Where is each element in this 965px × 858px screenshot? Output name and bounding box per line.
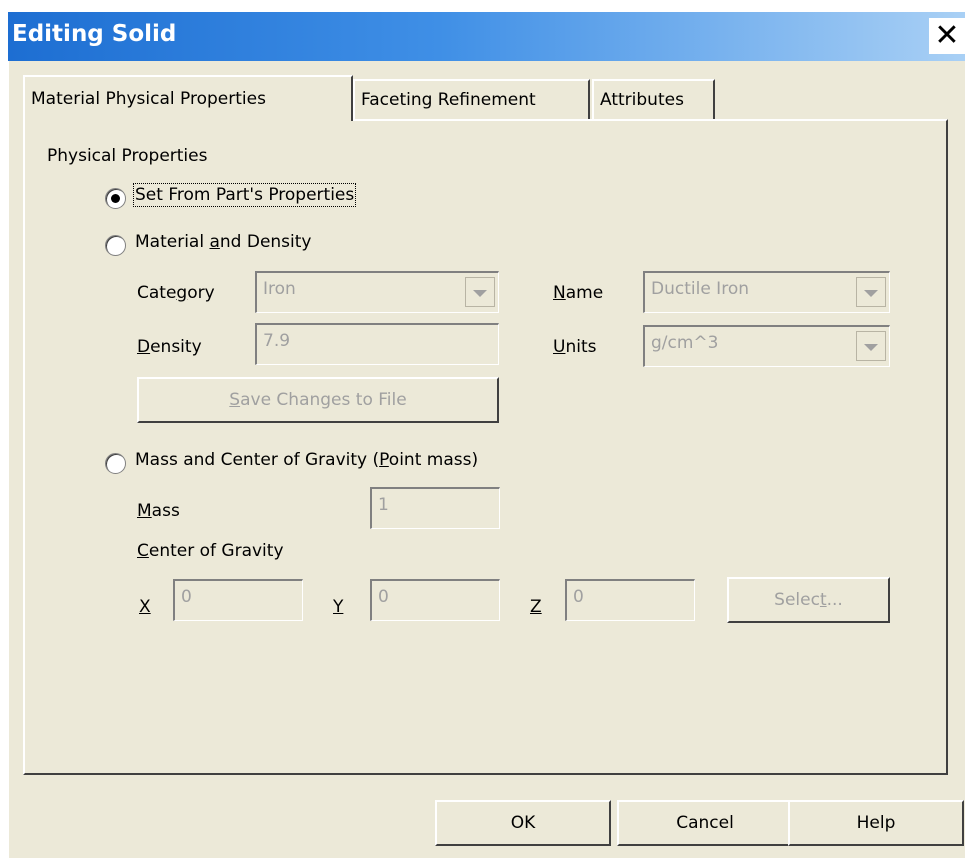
- tab-label: Attributes: [600, 90, 684, 110]
- mnemonic: M: [137, 501, 152, 521]
- dialog-client-area: Material Physical Properties Faceting Re…: [8, 61, 965, 858]
- tab-material-physical-properties[interactable]: Material Physical Properties: [23, 75, 353, 121]
- mnemonic: D: [137, 337, 151, 357]
- editing-solid-dialog: Editing Solid ✕ Material Physical Proper…: [0, 0, 965, 858]
- label-part: ensity: [150, 337, 202, 357]
- mnemonic: N: [553, 283, 566, 303]
- name-label: Name: [553, 283, 603, 303]
- title-bar[interactable]: Editing Solid ✕: [8, 12, 965, 61]
- close-icon: ✕: [934, 18, 960, 53]
- label-part: Selec: [774, 590, 820, 610]
- x-label: X: [139, 597, 151, 617]
- name-value: Ductile Iron: [651, 279, 749, 299]
- label-part: ory: [187, 283, 215, 303]
- ok-button[interactable]: OK: [435, 800, 611, 846]
- chevron-down-icon[interactable]: [465, 277, 495, 307]
- close-button[interactable]: ✕: [929, 18, 965, 54]
- label-part: Cate: [137, 283, 177, 303]
- mass-label: Mass: [137, 501, 180, 521]
- label-part: ame: [565, 283, 604, 303]
- radio-material-density[interactable]: [105, 235, 126, 256]
- center-of-gravity-label: Center of Gravity: [137, 541, 284, 561]
- radio-label-mass-cog[interactable]: Mass and Center of Gravity (Point mass): [135, 450, 478, 470]
- tab-attributes[interactable]: Attributes: [592, 79, 715, 119]
- mnemonic: U: [553, 337, 566, 357]
- group-title: Physical Properties: [47, 146, 208, 166]
- density-field[interactable]: 7.9: [255, 323, 499, 365]
- label-part: ave Changes to File: [240, 390, 407, 410]
- chevron-down-icon[interactable]: [856, 331, 886, 361]
- x-field[interactable]: 0: [173, 579, 303, 621]
- help-button[interactable]: Help: [788, 800, 964, 846]
- label-part: nd Density: [219, 232, 312, 252]
- y-field[interactable]: 0: [370, 579, 500, 621]
- label-part: enter of Gravity: [148, 541, 284, 561]
- name-select[interactable]: Ductile Iron: [643, 271, 890, 313]
- z-field[interactable]: 0: [565, 579, 695, 621]
- radio-set-from-part[interactable]: [105, 188, 126, 209]
- units-select[interactable]: g/cm^3: [643, 325, 890, 367]
- select-button[interactable]: Selec t...: [727, 577, 890, 623]
- label-part: Material: [135, 232, 210, 252]
- mnemonic: a: [209, 232, 220, 252]
- y-label: Y: [333, 597, 344, 617]
- units-value: g/cm^3: [651, 333, 719, 353]
- mnemonic: C: [137, 541, 149, 561]
- radio-mass-cog[interactable]: [105, 453, 126, 474]
- category-value: Iron: [263, 279, 296, 299]
- category-label: Category: [137, 283, 215, 303]
- mnemonic: g: [176, 283, 188, 303]
- radio-label-material-density[interactable]: Material and Density: [135, 232, 312, 252]
- label-part: nits: [565, 337, 597, 357]
- label-part: Mass and Center of Gravity (: [135, 450, 380, 470]
- label-part: ass: [151, 501, 180, 521]
- label-part: oint mass): [388, 450, 479, 470]
- tab-faceting-refinement[interactable]: Faceting Refinement: [353, 79, 590, 119]
- window-title: Editing Solid: [12, 21, 177, 47]
- mass-field[interactable]: 1: [370, 487, 500, 529]
- density-label: Density: [137, 337, 202, 357]
- z-label: Z: [530, 597, 542, 617]
- chevron-down-icon[interactable]: [856, 277, 886, 307]
- tab-label: Faceting Refinement: [361, 90, 536, 110]
- cancel-button[interactable]: Cancel: [617, 800, 793, 846]
- save-changes-button[interactable]: Save Changes to File: [137, 377, 499, 423]
- tab-page-material-physical-properties: Physical Properties Set From Part's Prop…: [23, 119, 948, 775]
- mnemonic: S: [229, 390, 241, 410]
- category-select[interactable]: Iron: [255, 271, 499, 313]
- tab-label: Material Physical Properties: [31, 89, 266, 109]
- label-part: ...: [826, 590, 843, 610]
- mnemonic: P: [379, 450, 389, 470]
- units-label: Units: [553, 337, 596, 357]
- radio-label-set-from-part[interactable]: Set From Part's Properties: [132, 183, 357, 207]
- mnemonic: t: [819, 590, 827, 610]
